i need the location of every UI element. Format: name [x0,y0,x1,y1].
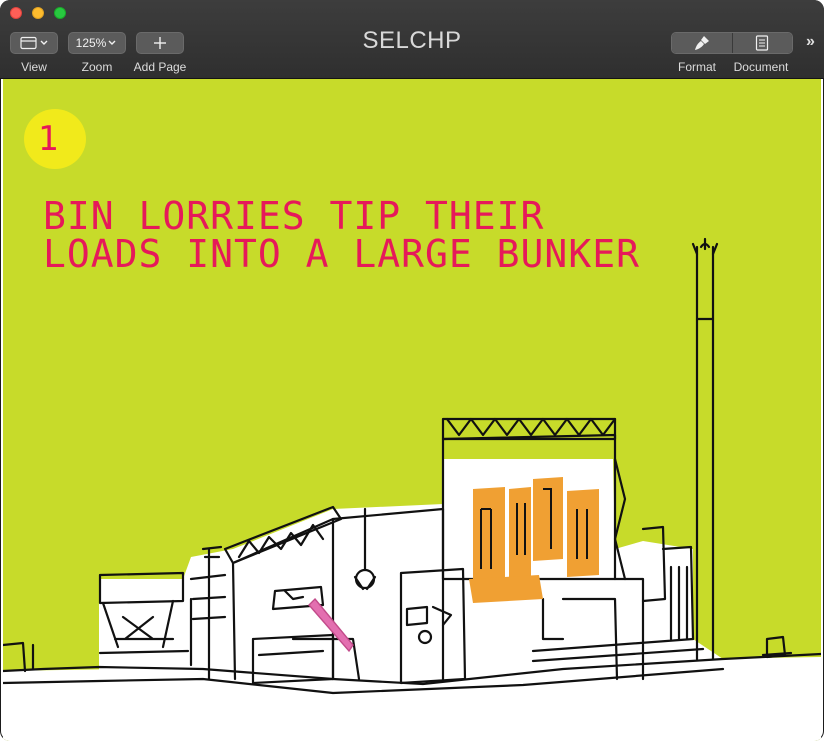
plus-icon [154,37,166,49]
inspector-segmented-control [671,32,793,54]
add-page-button[interactable] [136,32,184,54]
chevron-down-icon [108,40,116,45]
document-button[interactable] [731,33,792,53]
format-label: Format [677,60,716,74]
minimize-window-button[interactable] [32,7,44,19]
sidebar-view-icon [20,36,48,50]
zoom-value: 125% [75,36,107,50]
format-button[interactable] [672,33,732,53]
document-icon [756,35,769,51]
app-window: SELCHP View 125% Zoom Add Page Format Do… [0,0,824,741]
toolbar-overflow-icon[interactable]: » [806,33,815,51]
document-page: 1 BIN LORRIES TIP THEIR LOADS INTO A LAR… [3,79,821,741]
toolbar: SELCHP View 125% Zoom Add Page Format Do… [0,0,824,79]
zoom-window-button[interactable] [54,7,66,19]
zoom-dropdown[interactable]: 125% [68,32,126,54]
zoom-label: Zoom [81,60,113,74]
view-label: View [21,60,47,74]
power-plant-illustration [3,237,821,741]
add-page-label: Add Page [133,60,187,74]
view-button[interactable] [10,32,58,54]
paintbrush-icon [694,36,709,50]
document-label: Document [733,60,789,74]
close-window-button[interactable] [10,7,22,19]
document-canvas[interactable]: 1 BIN LORRIES TIP THEIR LOADS INTO A LAR… [3,79,821,741]
